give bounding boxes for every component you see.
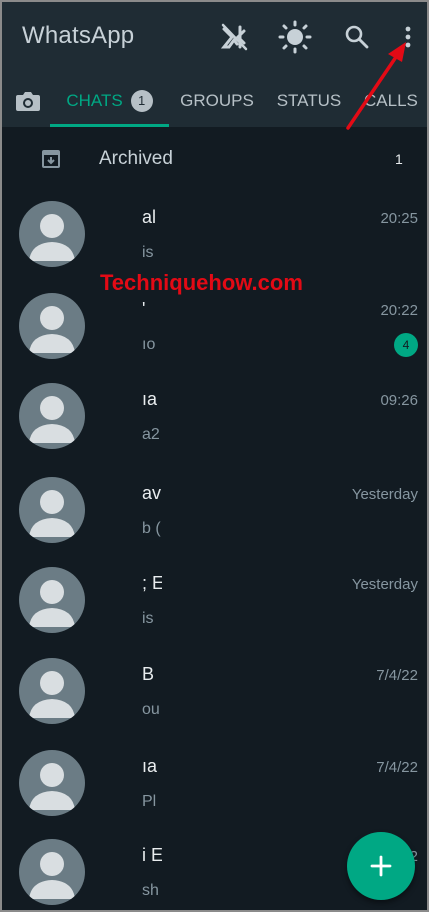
app-bar: WhatsApp CHATS 1 GROUPS STATUS CALLS (2, 2, 427, 127)
chat-preview: sh (142, 882, 159, 899)
brightness-icon[interactable] (278, 20, 312, 54)
chat-time: Yesterday (351, 576, 418, 593)
default-avatar-icon (29, 671, 75, 718)
avatar[interactable] (19, 839, 85, 905)
archive-icon (42, 150, 60, 168)
tab-calls[interactable]: CALLS (364, 74, 427, 127)
chat-time: 20:25 (380, 210, 418, 227)
tab-groups[interactable]: GROUPS (174, 74, 260, 127)
avatar[interactable] (19, 383, 85, 449)
default-avatar-icon (29, 490, 75, 537)
active-tab-indicator (50, 124, 169, 127)
avatar[interactable] (19, 750, 85, 816)
tab-chats-badge: 1 (130, 89, 153, 112)
search-icon[interactable] (340, 20, 374, 54)
tab-calls-label: CALLS (364, 90, 418, 110)
chat-preview: is (142, 610, 154, 627)
tab-status[interactable]: STATUS (264, 74, 354, 127)
default-avatar-icon (29, 580, 75, 627)
chat-name: al (142, 207, 157, 227)
unread-count-badge: 4 (394, 333, 418, 357)
chat-name: ; E (142, 573, 162, 593)
default-avatar-icon (29, 763, 75, 810)
chat-preview: b ( (142, 520, 161, 537)
avatar[interactable] (19, 293, 85, 359)
more-vert-icon[interactable] (391, 20, 425, 54)
tab-camera[interactable] (8, 74, 48, 127)
chat-name: i E (142, 845, 162, 865)
chat-name: B (142, 664, 155, 684)
chat-time: 20:22 (380, 302, 418, 319)
avatar[interactable] (19, 477, 85, 543)
default-avatar-icon (29, 214, 75, 261)
chat-preview: Pl (142, 793, 157, 810)
chat-time: Yesterday (351, 486, 418, 503)
camera-icon (16, 91, 40, 111)
tab-groups-label: GROUPS (180, 90, 254, 110)
avatar[interactable] (19, 567, 85, 633)
plus-icon (370, 855, 392, 877)
chat-row[interactable]: ıa a2 09:26 (2, 380, 427, 470)
chat-time: 7/4/22 (376, 759, 418, 776)
chat-row[interactable]: av b ( Yesterday (2, 474, 427, 564)
camera-off-icon[interactable] (217, 20, 251, 54)
chat-preview: ıo (142, 336, 156, 353)
watermark-text: Techniquehow.com (100, 270, 303, 295)
chat-preview: is (142, 244, 154, 261)
phone-screen: WhatsApp CHATS 1 GROUPS STATUS CALLS Arc… (0, 0, 429, 912)
chat-row[interactable]: ıa Pl 7/4/22 (2, 747, 427, 837)
chat-time: 09:26 (380, 392, 418, 409)
default-avatar-icon (29, 306, 75, 353)
chat-row[interactable]: ' ıo 20:22 4 (2, 290, 427, 380)
chat-time: 7/4/22 (376, 667, 418, 684)
chat-row[interactable]: ; E is Yesterday (2, 564, 427, 654)
archived-row[interactable]: Archived 1 (2, 136, 427, 184)
avatar[interactable] (19, 658, 85, 724)
tab-bar: CHATS 1 GROUPS STATUS CALLS (2, 74, 427, 127)
archived-count: 1 (395, 151, 403, 167)
chat-name: ' (142, 299, 146, 319)
chat-name: av (142, 483, 162, 503)
chat-name: ıa (142, 756, 158, 776)
tab-chats-label: CHATS (66, 90, 123, 110)
chat-preview: ou (142, 701, 160, 718)
chat-name: ıa (142, 389, 158, 409)
archived-label: Archived (99, 148, 173, 169)
default-avatar-icon (29, 396, 75, 443)
chat-preview: a2 (142, 426, 160, 443)
tab-status-label: STATUS (276, 90, 342, 110)
app-title: WhatsApp (22, 22, 135, 49)
default-avatar-icon (29, 852, 75, 899)
avatar[interactable] (19, 201, 85, 267)
tab-chats[interactable]: CHATS 1 (50, 74, 169, 127)
new-chat-button[interactable] (347, 832, 415, 900)
chat-row[interactable]: Bou 7/4/22 (2, 655, 427, 745)
